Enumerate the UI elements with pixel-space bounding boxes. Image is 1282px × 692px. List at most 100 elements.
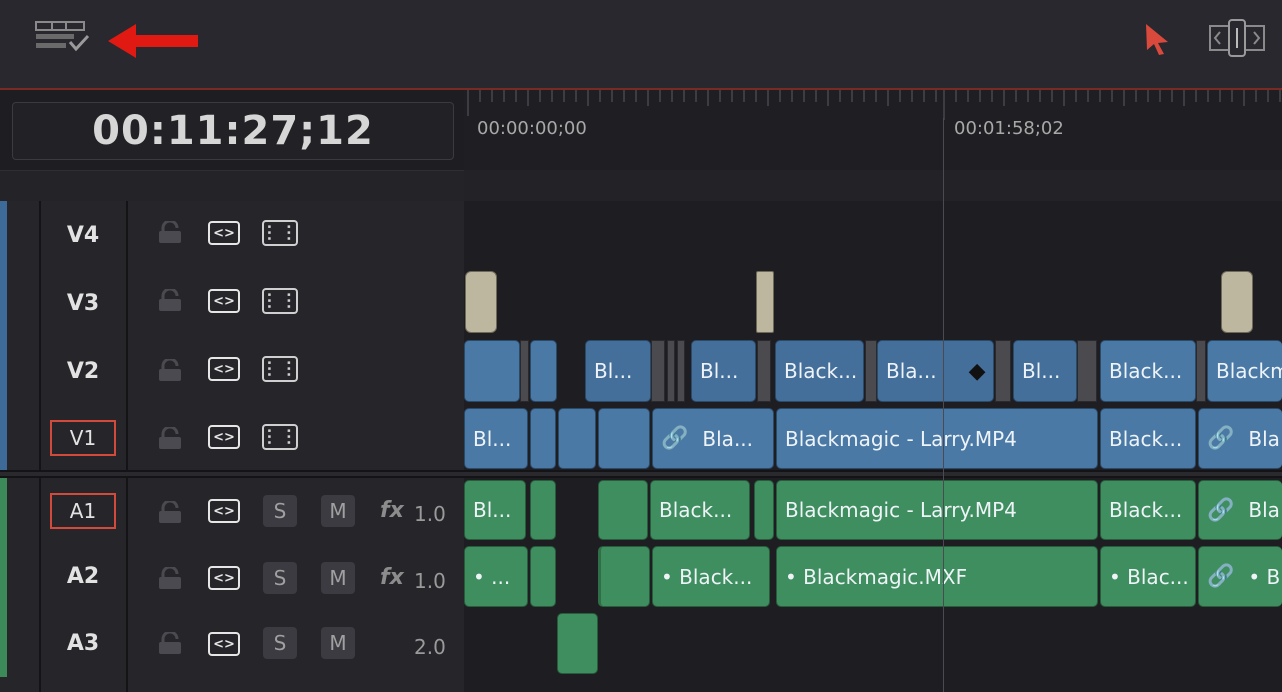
clip-v1-c[interactable]: [598, 408, 650, 469]
auto-track-select-button[interactable]: <>: [208, 425, 240, 449]
track-header-a1[interactable]: A1 <> S M fx 1.0: [0, 478, 464, 545]
clip-a2-4[interactable]: • Blac...: [1100, 546, 1196, 607]
track-select-cell[interactable]: [7, 543, 41, 610]
lane-a2[interactable]: • ... • Black... • Blackmagic.MXF • Blac…: [464, 543, 1282, 612]
clip-v1-b[interactable]: [558, 408, 596, 469]
clip-v1-2[interactable]: 🔗 Bla...: [652, 408, 774, 469]
clip-v2-6[interactable]: Black...: [1100, 340, 1196, 402]
fx-indicator[interactable]: fx: [380, 565, 404, 590]
clip-a1-b[interactable]: [598, 480, 648, 540]
clip-v2-3[interactable]: Black...: [775, 340, 864, 402]
selection-pointer-icon[interactable]: [1144, 22, 1170, 56]
lock-icon[interactable]: [157, 221, 183, 243]
clip-a1-2[interactable]: Black...: [650, 480, 750, 540]
timeline-ruler[interactable]: 00:00:00;00 00:01:58;02: [464, 90, 1282, 170]
fx-indicator[interactable]: fx: [380, 498, 404, 523]
transition-marker[interactable]: [667, 340, 675, 402]
solo-button[interactable]: S: [263, 495, 297, 527]
clip-v1-a[interactable]: [530, 408, 556, 469]
clip-a2-1[interactable]: • ...: [464, 546, 528, 607]
clip-v2-b[interactable]: [530, 340, 557, 402]
track-select-cell[interactable]: [7, 610, 41, 677]
mute-button[interactable]: M: [321, 627, 355, 659]
film-strip-icon[interactable]: [262, 220, 298, 246]
clip-a1-3[interactable]: Blackmagic - Larry.MP4: [776, 480, 1098, 540]
track-select-cell[interactable]: [7, 478, 41, 543]
clip-a2-5[interactable]: 🔗 • B: [1198, 546, 1282, 607]
track-volume[interactable]: 1.0: [414, 502, 446, 526]
solo-button[interactable]: S: [263, 627, 297, 659]
auto-track-select-button[interactable]: <>: [208, 221, 240, 245]
lock-icon[interactable]: [157, 632, 183, 654]
video-audio-divider[interactable]: [0, 470, 1282, 478]
clip-a2-a[interactable]: [530, 546, 556, 607]
clip-a1-5[interactable]: 🔗 Bla: [1198, 480, 1282, 540]
clip-v3-3[interactable]: [1221, 271, 1253, 333]
track-header-v4[interactable]: V4 <>: [0, 201, 464, 271]
track-select-cell[interactable]: [7, 337, 41, 405]
lock-icon[interactable]: [157, 427, 183, 449]
lane-v3[interactable]: [464, 269, 1282, 339]
transition-marker[interactable]: [677, 340, 685, 402]
track-header-a3[interactable]: A3 <> S M 2.0: [0, 610, 464, 679]
timeline-options-icon[interactable]: [34, 20, 90, 56]
lane-a1[interactable]: Bl... Black... Blackmagic - Larry.MP4 Bl…: [464, 478, 1282, 545]
film-strip-icon[interactable]: [262, 356, 298, 382]
clip-v3-2[interactable]: [756, 271, 774, 333]
lock-icon[interactable]: [157, 567, 183, 589]
clip-a3-1[interactable]: [557, 613, 598, 674]
transition-marker[interactable]: [757, 340, 771, 402]
track-header-v1[interactable]: V1 <>: [0, 405, 464, 472]
track-select-cell[interactable]: [7, 269, 41, 337]
track-select-cell[interactable]: [7, 201, 41, 269]
auto-track-select-button[interactable]: <>: [208, 357, 240, 381]
clip-v3-1[interactable]: [465, 271, 497, 333]
auto-track-select-button[interactable]: <>: [208, 566, 240, 590]
track-volume[interactable]: 1.0: [414, 569, 446, 593]
clip-a2-3[interactable]: • Blackmagic.MXF: [776, 546, 1098, 607]
transition-marker[interactable]: [651, 340, 665, 402]
film-strip-icon[interactable]: [262, 424, 298, 450]
track-header-v3[interactable]: V3 <>: [0, 269, 464, 339]
clip-v1-3[interactable]: Blackmagic - Larry.MP4: [776, 408, 1098, 469]
track-header-v2[interactable]: V2 <>: [0, 337, 464, 407]
clip-v2-5[interactable]: Bl...: [1013, 340, 1077, 402]
lock-icon[interactable]: [157, 501, 183, 523]
track-select-cell[interactable]: [7, 405, 41, 470]
clip-v1-4[interactable]: Black...: [1100, 408, 1196, 469]
solo-button[interactable]: S: [263, 562, 297, 594]
clip-a2-2[interactable]: • Black...: [652, 546, 770, 607]
clip-a1-c[interactable]: [754, 480, 774, 540]
track-name-v1[interactable]: V1: [40, 405, 128, 470]
track-volume[interactable]: 2.0: [414, 635, 446, 659]
clip-v2-a[interactable]: [464, 340, 520, 402]
transition-marker[interactable]: [865, 340, 877, 402]
mute-button[interactable]: M: [321, 495, 355, 527]
clip-v2-1[interactable]: Bl...: [585, 340, 651, 402]
transition-marker[interactable]: [1077, 340, 1097, 402]
timecode-display[interactable]: 00:11:27;12: [12, 102, 454, 160]
keyframe-diamond-icon[interactable]: ◆: [969, 359, 986, 384]
clip-v1-5[interactable]: 🔗 Bla: [1198, 408, 1282, 469]
clip-v2-7[interactable]: Blackm: [1207, 340, 1282, 402]
mute-button[interactable]: M: [321, 562, 355, 594]
lock-icon[interactable]: [157, 289, 183, 311]
lane-v2[interactable]: Bl... Bl... Black... Bla... ◆ Bl... Black…: [464, 337, 1282, 407]
lane-v4[interactable]: [464, 201, 1282, 271]
lane-v1[interactable]: Bl... 🔗 Bla... Blackmagic - Larry.MP4 Bla…: [464, 405, 1282, 472]
clip-v2-4[interactable]: Bla... ◆: [877, 340, 994, 402]
playhead-line[interactable]: [943, 118, 944, 692]
clip-a2-b[interactable]: [598, 546, 650, 607]
transition-marker[interactable]: [1196, 340, 1206, 402]
lane-a3[interactable]: [464, 610, 1282, 679]
auto-track-select-button[interactable]: <>: [208, 289, 240, 313]
auto-track-select-button[interactable]: <>: [208, 632, 240, 656]
clip-v2-2[interactable]: Bl...: [691, 340, 756, 402]
film-strip-icon[interactable]: [262, 288, 298, 314]
clip-a1-4[interactable]: Black...: [1100, 480, 1196, 540]
clip-a1-a[interactable]: [530, 480, 556, 540]
clip-v1-1[interactable]: Bl...: [464, 408, 528, 469]
transition-marker[interactable]: [520, 340, 529, 402]
lock-icon[interactable]: [157, 359, 183, 381]
track-name-a1[interactable]: A1: [40, 478, 128, 543]
